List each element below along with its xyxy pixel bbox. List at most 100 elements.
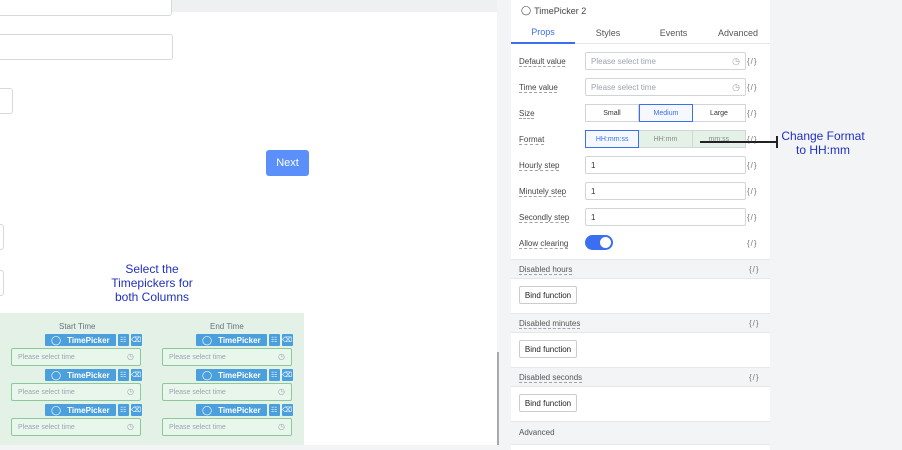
default-value-input[interactable]: Please select time ◷: [585, 52, 746, 70]
format-option-mm-ss[interactable]: mm:ss: [692, 130, 746, 148]
minutely-step-label: Minutely step: [519, 187, 567, 196]
app-canvas: Next Start Time End Time ◯ TimePicker ☷ ⌫ Pl…: [0, 0, 497, 445]
disabled-hours-label: Disabled hours: [519, 265, 573, 274]
screen: Next Start Time End Time ◯ TimePicker ☷ ⌫ Pl…: [0, 0, 902, 450]
tab-props[interactable]: Props: [511, 22, 575, 44]
timepicker-input[interactable]: Please select time ◷: [11, 418, 141, 436]
fx-toggle-size[interactable]: {/}: [747, 109, 758, 118]
secondly-step-input[interactable]: 1: [585, 208, 746, 226]
component-icon: ◯: [202, 369, 213, 380]
time-value-placeholder: Please select time: [591, 82, 656, 92]
trash-icon[interactable]: ⌫: [281, 334, 293, 346]
fx-toggle-disabled-minutes[interactable]: {/}: [749, 319, 760, 328]
time-value-input[interactable]: Please select time ◷: [585, 78, 746, 96]
panel-tabs: Props Styles Events Advanced: [511, 22, 770, 44]
fx-toggle-disabled-hours[interactable]: {/}: [749, 265, 760, 274]
section-disabled-seconds[interactable]: Disabled seconds {/}: [511, 367, 770, 387]
bind-function-minutes-button[interactable]: Bind function: [519, 340, 577, 358]
timepicker-selection-chip[interactable]: ◯ TimePicker ☷ ⌫: [196, 334, 293, 346]
advanced-section-label: Advanced: [519, 428, 555, 437]
clock-icon: ◷: [732, 56, 740, 66]
fx-toggle-secondly-step[interactable]: {/}: [747, 213, 758, 222]
bind-function-seconds-button[interactable]: Bind function: [519, 394, 577, 412]
timepicker-chip-label: TimePicker: [218, 370, 261, 380]
format-option-hh-mm-ss[interactable]: HH:mm:ss: [585, 130, 640, 148]
canvas-scrollbar[interactable]: [497, 352, 499, 445]
timepicker-chip[interactable]: ◯ TimePicker: [45, 404, 116, 416]
timepicker-input[interactable]: Please select time ◷: [11, 348, 141, 366]
clock-icon: ◷: [127, 422, 134, 431]
timepicker-chip[interactable]: ◯ TimePicker: [196, 369, 267, 381]
copy-icon[interactable]: ☷: [268, 404, 280, 416]
column-header-end-time: End Time: [210, 322, 244, 331]
size-option-large[interactable]: Large: [693, 104, 746, 122]
trash-icon[interactable]: ⌫: [130, 369, 142, 381]
timepicker-chip[interactable]: ◯ TimePicker: [196, 404, 267, 416]
trash-icon[interactable]: ⌫: [281, 404, 293, 416]
fx-toggle-default-value[interactable]: {/}: [747, 57, 758, 66]
properties-panel: ◯ TimePicker 2 Props Styles Events Advan…: [511, 0, 770, 450]
timepicker-input[interactable]: Please select time ◷: [162, 348, 292, 366]
timepicker-selection-chip[interactable]: ◯ TimePicker ☷ ⌫: [45, 404, 142, 416]
allow-clearing-toggle[interactable]: [585, 235, 613, 250]
fx-toggle-disabled-seconds[interactable]: {/}: [749, 373, 760, 382]
bind-function-hours-button[interactable]: Bind function: [519, 286, 577, 304]
clock-icon: ◷: [278, 352, 285, 361]
form-input-1[interactable]: [0, 0, 172, 16]
copy-icon[interactable]: ☷: [117, 334, 129, 346]
size-option-medium[interactable]: Medium: [639, 104, 693, 122]
timepicker-table: Start Time End Time ◯ TimePicker ☷ ⌫ Please …: [0, 313, 304, 445]
section-disabled-minutes[interactable]: Disabled minutes {/}: [511, 313, 770, 333]
timepicker-selection-chip[interactable]: ◯ TimePicker ☷ ⌫: [45, 369, 142, 381]
panel-title: ◯ TimePicker 2: [521, 5, 586, 16]
component-icon: ◯: [521, 5, 532, 15]
timepicker-chip-label: TimePicker: [67, 335, 110, 345]
clock-icon: ◷: [278, 387, 285, 396]
fx-toggle-hourly-step[interactable]: {/}: [747, 161, 758, 170]
size-option-small[interactable]: Small: [585, 104, 639, 122]
disabled-minutes-label: Disabled minutes: [519, 319, 581, 328]
trash-icon[interactable]: ⌫: [281, 369, 293, 381]
trash-icon[interactable]: ⌫: [130, 334, 142, 346]
timepicker-selection-chip[interactable]: ◯ TimePicker ☷ ⌫: [196, 369, 293, 381]
section-advanced[interactable]: Advanced: [511, 421, 770, 445]
copy-icon[interactable]: ☷: [268, 369, 280, 381]
copy-icon[interactable]: ☷: [117, 404, 129, 416]
timepicker-chip[interactable]: ◯ TimePicker: [45, 334, 116, 346]
fx-toggle-minutely-step[interactable]: {/}: [747, 187, 758, 196]
tab-advanced[interactable]: Advanced: [706, 22, 770, 44]
copy-icon[interactable]: ☷: [268, 334, 280, 346]
time-value-label: Time value: [519, 83, 558, 92]
form-input-4[interactable]: [0, 224, 4, 250]
timepicker-chip[interactable]: ◯ TimePicker: [45, 369, 116, 381]
tab-events[interactable]: Events: [641, 22, 706, 44]
timepicker-placeholder: Please select time: [169, 423, 226, 431]
minutely-step-input[interactable]: 1: [585, 182, 746, 200]
fx-toggle-time-value[interactable]: {/}: [747, 83, 758, 92]
timepicker-selection-chip[interactable]: ◯ TimePicker ☷ ⌫: [196, 404, 293, 416]
component-icon: ◯: [51, 369, 62, 380]
format-option-hh-mm[interactable]: HH:mm: [639, 130, 693, 148]
tab-styles[interactable]: Styles: [575, 22, 641, 44]
form-input-3[interactable]: [0, 88, 13, 114]
timepicker-input[interactable]: Please select time ◷: [11, 383, 141, 401]
timepicker-chip[interactable]: ◯ TimePicker: [196, 334, 267, 346]
timepicker-placeholder: Please select time: [169, 353, 226, 361]
next-button[interactable]: Next: [266, 150, 309, 176]
timepicker-selection-chip[interactable]: ◯ TimePicker ☷ ⌫: [45, 334, 142, 346]
timepicker-placeholder: Please select time: [169, 388, 226, 396]
timepicker-chip-label: TimePicker: [218, 405, 261, 415]
timepicker-input[interactable]: Please select time ◷: [162, 418, 292, 436]
component-icon: ◯: [202, 404, 213, 415]
timepicker-input[interactable]: Please select time ◷: [162, 383, 292, 401]
hourly-step-input[interactable]: 1: [585, 156, 746, 174]
callout-tick: [776, 136, 778, 148]
section-disabled-hours[interactable]: Disabled hours {/}: [511, 259, 770, 279]
fx-toggle-allow-clearing[interactable]: {/}: [747, 239, 758, 248]
form-input-5[interactable]: [0, 270, 4, 296]
format-segmented: HH:mm:ss HH:mm mm:ss: [585, 130, 746, 148]
form-input-2[interactable]: [0, 34, 173, 60]
trash-icon[interactable]: ⌫: [130, 404, 142, 416]
size-label: Size: [519, 109, 535, 118]
copy-icon[interactable]: ☷: [117, 369, 129, 381]
